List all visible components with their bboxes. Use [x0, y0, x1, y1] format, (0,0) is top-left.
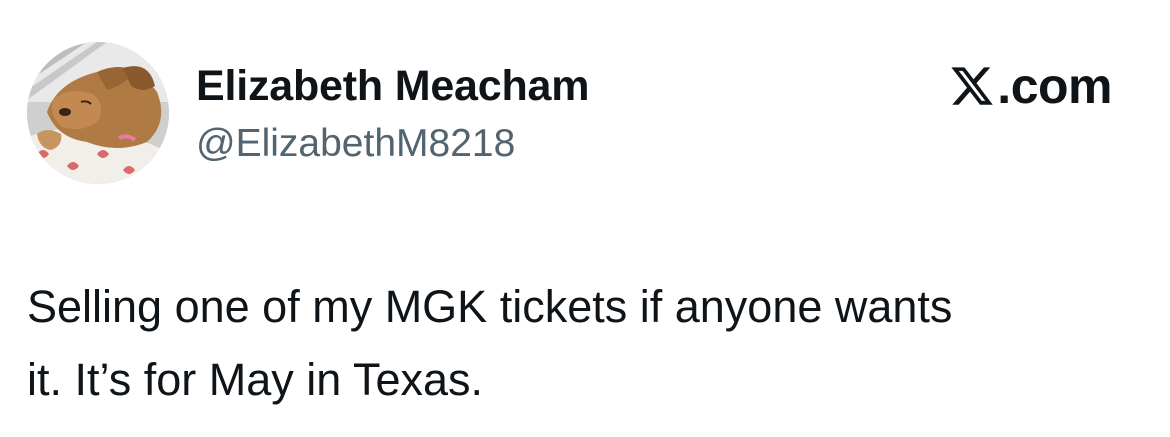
avatar[interactable] [27, 42, 169, 184]
tweet-text: Selling one of my MGK tickets if anyone … [27, 270, 1147, 416]
brand-watermark: .com [949, 58, 1112, 114]
dog-avatar-photo [27, 42, 169, 184]
x-logo-icon [951, 67, 994, 105]
tweet-text-line-2: it. It’s for May in Texas. [27, 354, 483, 405]
tweet-text-line-1: Selling one of my MGK tickets if anyone … [27, 281, 953, 332]
tweet-card: Elizabeth Meacham @ElizabethM8218 .com S… [0, 0, 1170, 437]
brand-domain-suffix: .com [997, 58, 1112, 114]
author-handle[interactable]: @ElizabethM8218 [196, 120, 515, 168]
author-display-name[interactable]: Elizabeth Meacham [196, 60, 589, 112]
